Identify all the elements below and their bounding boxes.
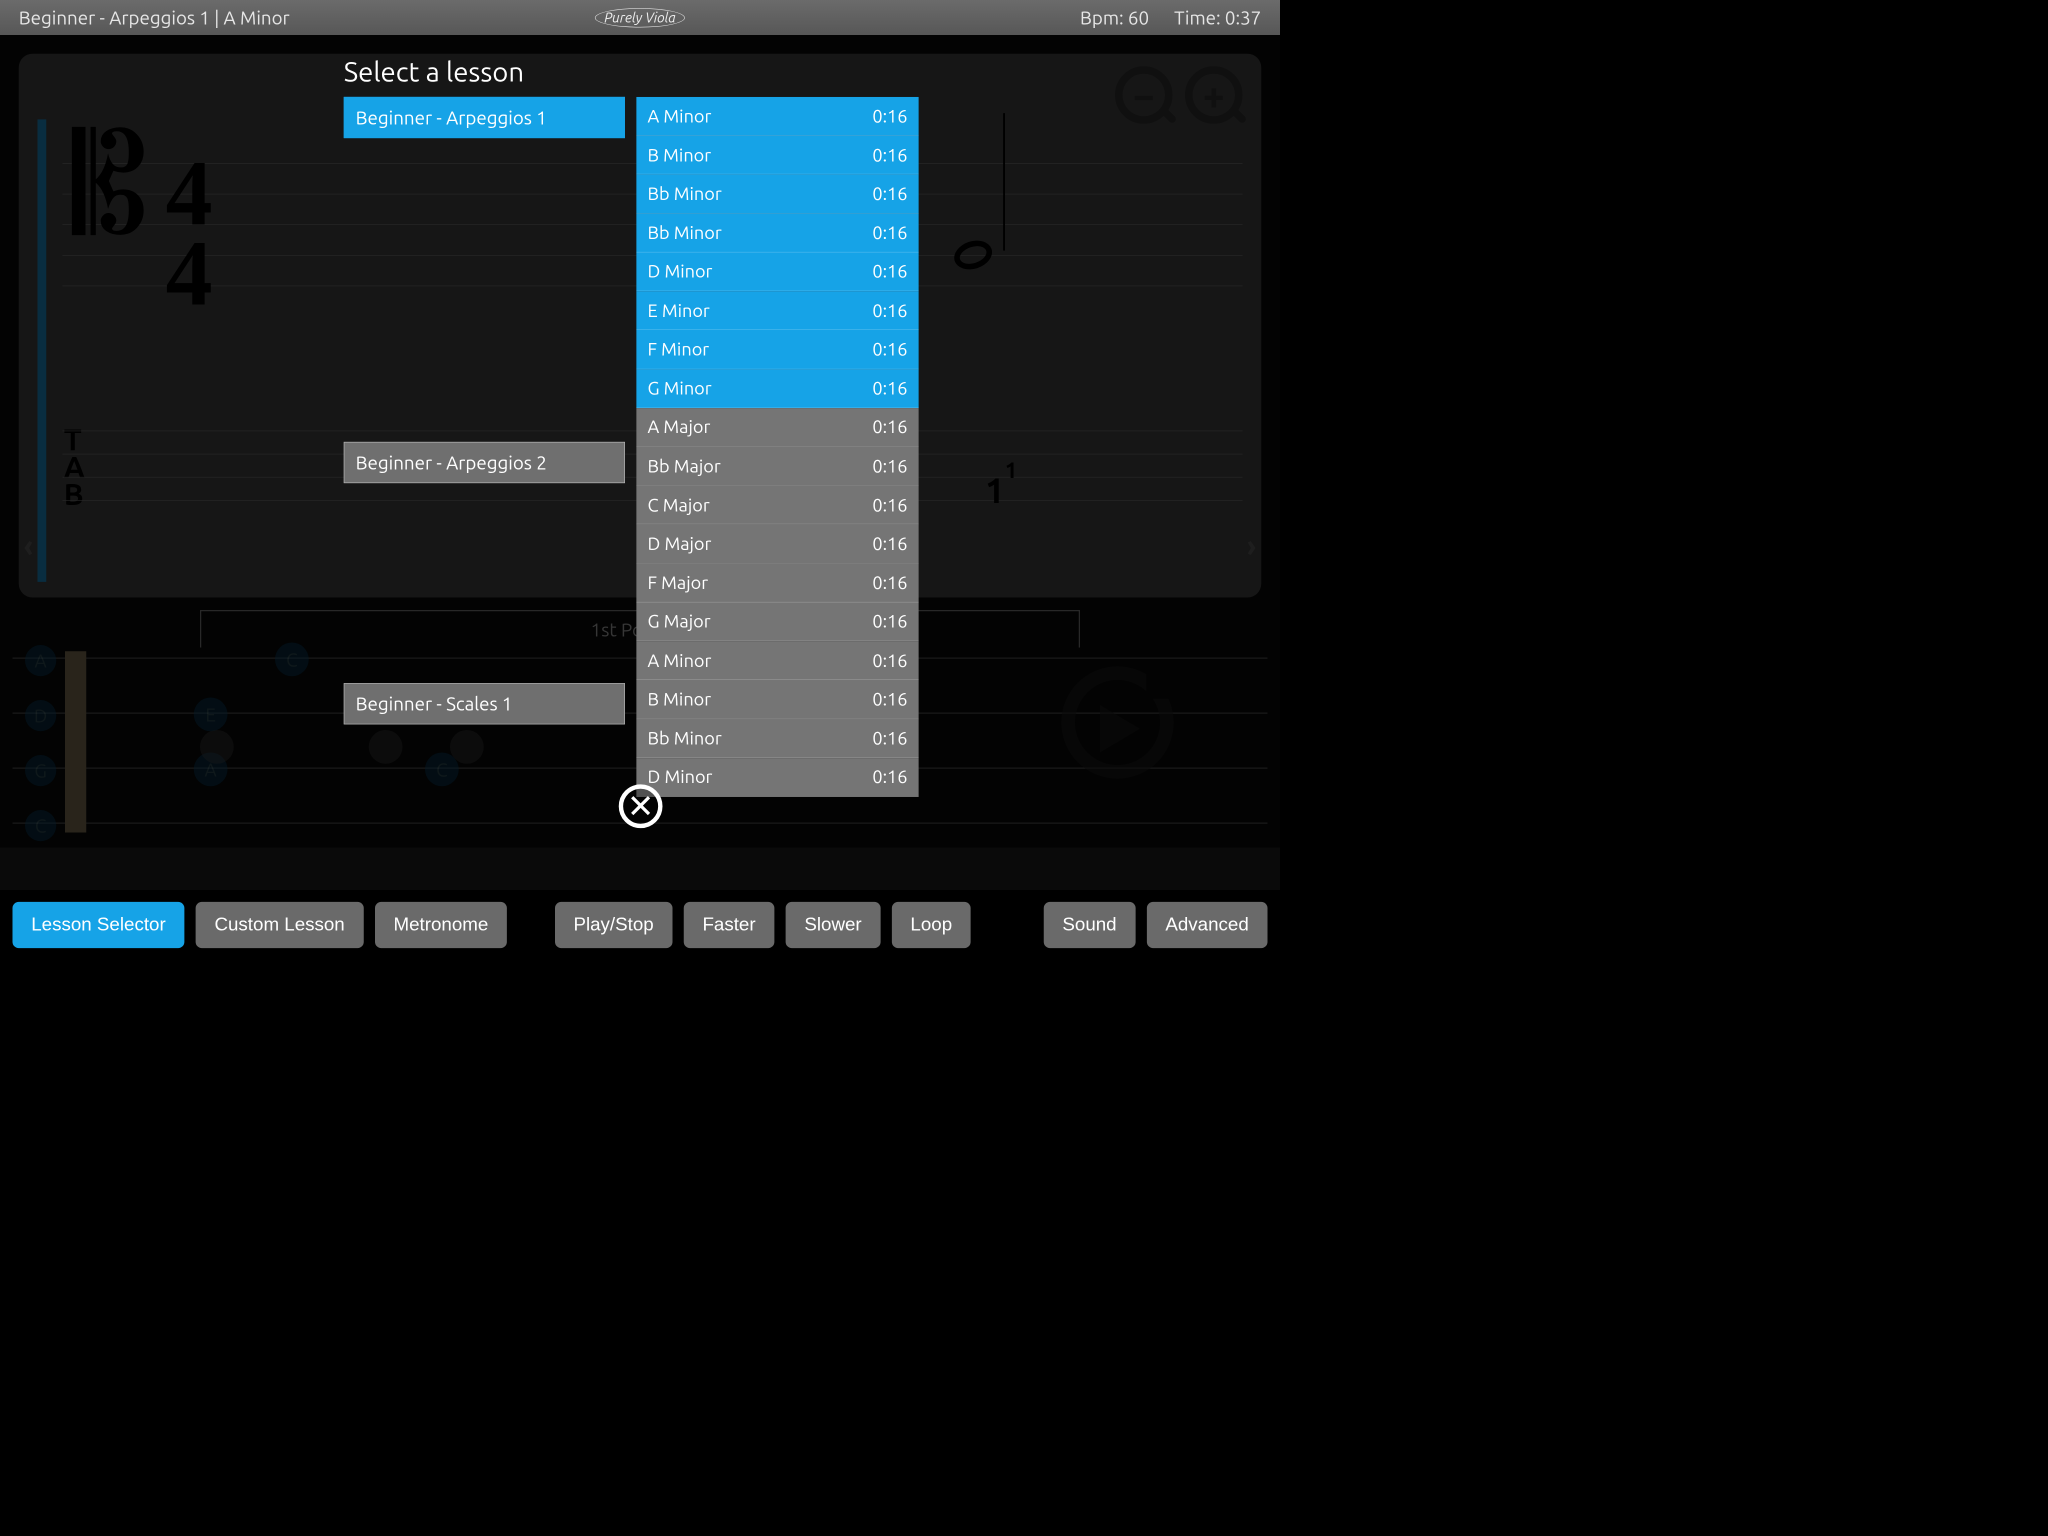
lesson-name: E Minor [648,300,710,320]
lesson-duration: 0:16 [872,106,907,126]
lesson-item[interactable]: D Minor 0:16 [636,758,919,797]
close-icon: ✕ [627,787,654,825]
app-logo: Purely Viola [595,8,685,27]
close-button[interactable]: ✕ [619,784,663,828]
advanced-button[interactable]: Advanced [1147,902,1268,948]
bpm-display: Bpm: 60 [1080,7,1149,28]
category-item[interactable]: Beginner - Arpeggios 2 [344,442,625,483]
lesson-selector-button[interactable]: Lesson Selector [13,902,185,948]
lesson-item[interactable]: A Minor 0:16 [636,641,919,680]
string-label: G [25,755,56,786]
custom-lesson-button[interactable]: Custom Lesson [196,902,364,948]
string-label: C [25,810,56,841]
lesson-item[interactable]: F Minor 0:16 [636,330,919,369]
lesson-name: D Minor [648,262,713,282]
lesson-duration: 0:16 [872,262,907,282]
lesson-duration: 0:16 [872,184,907,204]
string-label: D [25,700,56,731]
lesson-duration: 0:16 [872,573,907,593]
lesson-duration: 0:16 [872,456,907,476]
lesson-item[interactable]: C Major 0:16 [636,486,919,525]
lesson-name: Bb Minor [648,728,722,748]
lesson-duration: 0:16 [872,767,907,787]
lesson-name: D Major [648,534,712,554]
lesson-name: Bb Minor [648,223,722,243]
lesson-item[interactable]: D Major 0:16 [636,525,919,564]
lesson-name: D Minor [648,767,713,787]
lesson-duration: 0:16 [872,223,907,243]
lesson-name: Bb Minor [648,184,722,204]
category-column: Beginner - Arpeggios 1 Beginner - Arpeggi… [344,97,625,797]
lesson-name: Bb Major [648,456,721,476]
lesson-title: Beginner - Arpeggios 1 | A Minor [19,7,290,28]
lesson-item[interactable]: Bb Minor 0:16 [636,175,919,214]
zoom-out-icon[interactable]: − [1115,66,1173,124]
metronome-button[interactable]: Metronome [375,902,507,948]
slower-button[interactable]: Slower [786,902,881,948]
lesson-name: C Major [648,495,710,515]
lesson-name: B Minor [648,689,712,709]
lesson-item[interactable]: E Minor 0:16 [636,291,919,330]
lesson-duration: 0:16 [872,300,907,320]
string-label: A [25,645,56,676]
lesson-name: A Major [648,417,711,437]
lesson-duration: 0:16 [872,495,907,515]
sound-button[interactable]: Sound [1044,902,1136,948]
next-page-icon[interactable]: › [1247,529,1256,563]
lesson-item[interactable]: Bb Major 0:16 [636,447,919,486]
lesson-name: B Minor [648,145,712,165]
fret-marker [200,730,234,764]
lesson-item[interactable]: G Minor 0:16 [636,369,919,408]
loop-button[interactable]: Loop [892,902,971,948]
lesson-name: F Minor [648,339,710,359]
lesson-duration: 0:16 [872,417,907,437]
lesson-duration: 0:16 [872,689,907,709]
lesson-item[interactable]: G Major 0:16 [636,602,919,641]
zoom-in-icon[interactable]: + [1185,66,1243,124]
lesson-column: A Minor0:16B Minor0:16Bb Minor0:16Bb Min… [636,97,919,797]
lesson-item[interactable]: Bb Minor 0:16 [636,719,919,758]
modal-title: Select a lesson [344,56,919,87]
top-bar: Beginner - Arpeggios 1 | A Minor Purely … [0,0,1280,35]
lesson-name: F Major [648,573,709,593]
lesson-item[interactable]: D Minor 0:16 [636,252,919,291]
time-signature: 4 4 [166,154,213,313]
fret-note: C [275,643,309,677]
note-stem [1003,113,1005,251]
play-stop-button[interactable]: Play/Stop [555,902,673,948]
lesson-item[interactable]: B Minor 0:16 [636,136,919,175]
bottom-toolbar: Lesson SelectorCustom LessonMetronome Pl… [0,890,1280,960]
prev-page-icon[interactable]: ‹ [24,529,33,563]
time-display: Time: 0:37 [1174,7,1261,28]
fret-note: E [194,698,228,732]
faster-button[interactable]: Faster [684,902,775,948]
lesson-item[interactable]: A Major 0:16 [636,408,919,447]
lesson-name: G Major [648,612,711,632]
playhead-bar [38,119,47,582]
nut [65,651,86,832]
lesson-item[interactable]: A Minor 0:16 [636,97,919,136]
lesson-item[interactable]: F Major 0:16 [636,564,919,603]
lesson-name: G Minor [648,378,712,398]
lesson-item[interactable]: B Minor 0:16 [636,680,919,719]
fingering-label: 11 [985,469,1017,509]
lesson-name: A Minor [648,106,712,126]
lesson-duration: 0:16 [872,378,907,398]
category-item[interactable]: Beginner - Scales 1 [344,683,625,724]
lesson-selector-modal: Select a lesson Beginner - Arpeggios 1Be… [344,56,919,822]
lesson-item[interactable]: Bb Minor 0:16 [636,214,919,253]
category-item[interactable]: Beginner - Arpeggios 1 [344,97,625,138]
alto-clef-icon: 𝄡 [72,144,149,227]
lesson-duration: 0:16 [872,612,907,632]
lesson-duration: 0:16 [872,145,907,165]
lesson-duration: 0:16 [872,339,907,359]
lesson-duration: 0:16 [872,534,907,554]
replay-icon[interactable] [1061,666,1174,779]
lesson-duration: 0:16 [872,728,907,748]
lesson-duration: 0:16 [872,650,907,670]
lesson-name: A Minor [648,650,712,670]
